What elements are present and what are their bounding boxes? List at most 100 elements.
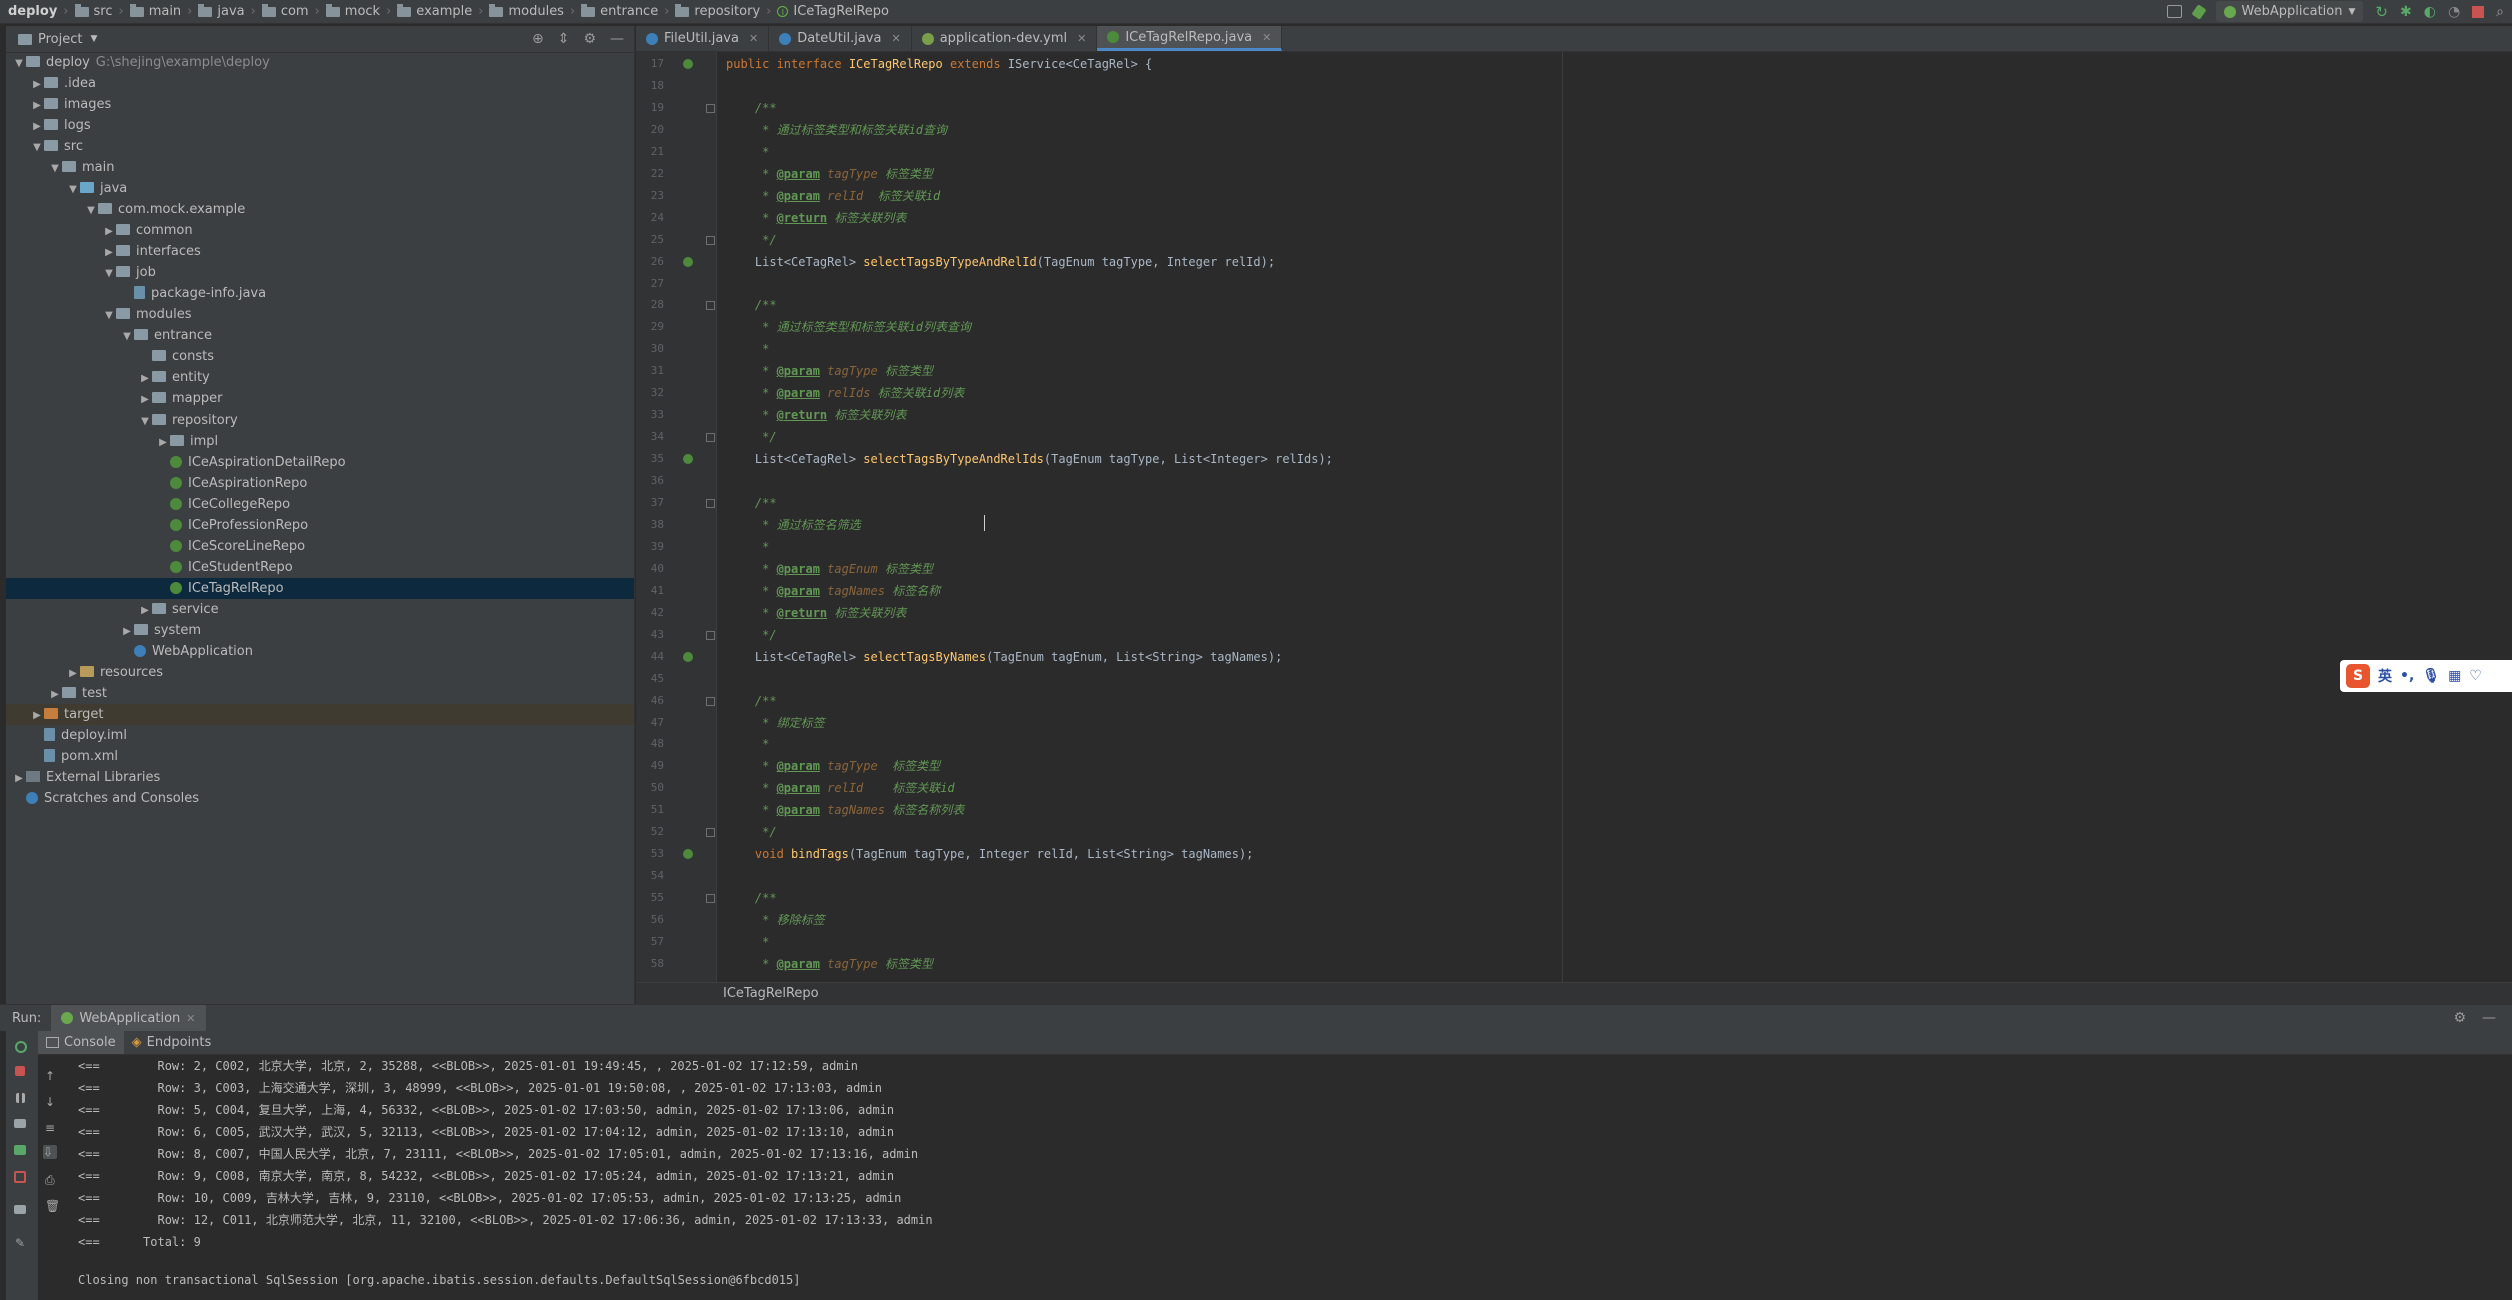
code-line[interactable]: void bindTags(TagEnum tagType, Integer r… — [726, 843, 1254, 865]
sogou-logo-icon[interactable]: S — [2346, 664, 2370, 688]
chevron-right-icon[interactable]: ▶ — [102, 242, 116, 263]
tree-item[interactable]: deploy.iml — [6, 725, 634, 746]
code-line[interactable]: * 绑定标签 — [726, 712, 824, 734]
hide-icon[interactable]: — — [610, 31, 624, 47]
debug-icon[interactable]: ✱ — [2400, 4, 2412, 20]
tree-item[interactable]: ▶ logs — [6, 115, 634, 136]
code-line[interactable]: * @param relIds 标签关联id列表 — [726, 382, 964, 404]
code-line[interactable]: * @param relId 标签关联id — [726, 777, 955, 799]
gear-icon[interactable]: ⚙ — [2453, 1010, 2466, 1026]
code-line[interactable]: /** — [726, 887, 777, 909]
code-line[interactable]: /** — [726, 294, 777, 316]
tree-item[interactable]: ICeStudentRepo — [6, 557, 634, 578]
code-line[interactable]: * @return 标签关联列表 — [726, 404, 906, 426]
fold-marker-icon[interactable] — [706, 828, 715, 838]
tree-item[interactable]: ▶ test — [6, 683, 634, 704]
tree-item[interactable]: ICeAspirationDetailRepo — [6, 452, 634, 473]
implementation-marker-icon[interactable] — [683, 651, 693, 662]
tree-item[interactable]: ▶ mapper — [6, 388, 634, 409]
code-line[interactable]: /** — [726, 492, 777, 514]
tree-item[interactable]: ▼ deploy G:\shejing\example\deploy — [6, 52, 634, 73]
chevron-right-icon[interactable]: ▶ — [30, 705, 44, 726]
console-line[interactable]: <== Row: 9, C008, 南京大学, 南京, 8, 54232, <<… — [78, 1165, 894, 1187]
tree-item[interactable]: ▶ interfaces — [6, 241, 634, 262]
chevron-right-icon[interactable]: ▶ — [120, 621, 134, 642]
tree-item[interactable]: ICeTagRelRepo — [6, 577, 634, 599]
chevron-down-icon[interactable]: ▼ — [102, 263, 116, 284]
breadcrumb-item[interactable]: I ICeTagRelRepo — [774, 0, 892, 23]
tree-item[interactable]: ▼ repository — [6, 410, 634, 431]
code-line[interactable]: * @param tagEnum 标签类型 — [726, 558, 933, 580]
tree-item[interactable]: ▼ modules — [6, 304, 634, 325]
chevron-right-icon[interactable]: ▶ — [12, 768, 26, 789]
console-line[interactable]: <== Total: 9 — [78, 1231, 201, 1253]
code-line[interactable]: * — [726, 931, 769, 953]
code-line[interactable]: * @param tagType 标签类型 — [726, 163, 933, 185]
collapse-all-icon[interactable]: ⇕ — [558, 31, 570, 47]
tree-item[interactable]: ▼ entrance — [6, 325, 634, 346]
chevron-right-icon[interactable]: ▶ — [30, 74, 44, 95]
chevron-down-icon[interactable]: ▼ — [48, 158, 62, 179]
fold-marker-icon[interactable] — [706, 433, 715, 443]
layout-icon[interactable] — [14, 1205, 26, 1214]
tree-item[interactable]: ▼ main — [6, 157, 634, 178]
chevron-down-icon[interactable]: ▼ — [84, 200, 98, 221]
rerun-icon[interactable] — [15, 1041, 27, 1053]
code-line[interactable]: */ — [726, 229, 776, 251]
stop-icon[interactable] — [15, 1066, 25, 1076]
console-line[interactable]: <== Row: 3, C003, 上海交通大学, 深圳, 3, 48999, … — [78, 1077, 882, 1099]
project-panel-title[interactable]: Project — [38, 32, 82, 47]
code-line[interactable]: * 通过标签类型和标签关联id列表查询 — [726, 316, 971, 338]
tree-item[interactable]: ▼ src — [6, 136, 634, 157]
console-line[interactable]: <== Row: 8, C007, 中国人民大学, 北京, 7, 23111, … — [78, 1143, 918, 1165]
code-line[interactable]: * — [726, 338, 769, 360]
close-icon[interactable]: ✕ — [891, 32, 900, 45]
console-line[interactable]: <== Row: 6, C005, 武汉大学, 武汉, 5, 32113, <<… — [78, 1121, 894, 1143]
fold-marker-icon[interactable] — [706, 696, 715, 706]
run-tab-webapplication[interactable]: WebApplication ✕ — [51, 1005, 206, 1031]
console-line[interactable]: <== Row: 10, C009, 吉林大学, 吉林, 9, 23110, <… — [78, 1187, 901, 1209]
chevron-down-icon[interactable]: ▼ — [90, 34, 97, 44]
close-icon[interactable]: ✕ — [1077, 32, 1086, 45]
chevron-down-icon[interactable]: ▼ — [138, 411, 152, 432]
breadcrumb-item[interactable]: entrance — [578, 0, 661, 23]
breadcrumb-item[interactable]: com — [259, 0, 312, 23]
code-line[interactable]: * 通过标签类型和标签关联id查询 — [726, 119, 947, 141]
breadcrumb-item[interactable]: repository — [672, 0, 763, 23]
fold-marker-icon[interactable] — [706, 499, 715, 508]
punctuation-icon[interactable]: •, — [2400, 668, 2414, 684]
tree-item[interactable]: ICeAspirationRepo — [6, 473, 634, 494]
chevron-right-icon[interactable]: ▶ — [156, 432, 170, 453]
editor-breadcrumb-label[interactable]: ICeTagRelRepo — [723, 986, 819, 1001]
breadcrumb-item[interactable]: main — [127, 0, 184, 23]
close-icon[interactable]: ✕ — [186, 1012, 195, 1025]
chevron-right-icon[interactable]: ▶ — [48, 684, 62, 705]
chevron-right-icon[interactable]: ▶ — [138, 389, 152, 410]
chevron-down-icon[interactable]: ▼ — [66, 179, 80, 200]
scroll-to-end-icon[interactable]: ⇩ — [43, 1145, 57, 1159]
soft-wrap-icon[interactable]: ≡ — [45, 1121, 59, 1135]
search-icon[interactable]: ⌕ — [2496, 4, 2504, 20]
tree-item[interactable]: consts — [6, 346, 634, 367]
tree-item[interactable]: ▼ job — [6, 262, 634, 283]
editor-tab[interactable]: FileUtil.java ✕ — [636, 26, 770, 51]
code-line[interactable]: * — [726, 733, 769, 755]
fold-marker-icon[interactable] — [706, 894, 715, 904]
chevron-right-icon[interactable]: ▶ — [30, 95, 44, 116]
code-line[interactable]: */ — [726, 821, 776, 843]
console-line[interactable]: <== Row: 12, C011, 北京师范大学, 北京, 11, 32100… — [78, 1209, 933, 1231]
fold-marker-icon[interactable] — [706, 103, 715, 113]
tree-item[interactable]: ▼ com.mock.example — [6, 199, 634, 220]
code-line[interactable]: * @param tagNames 标签名称 — [726, 580, 940, 602]
tree-item[interactable]: ICeCollegeRepo — [6, 494, 634, 515]
tree-item[interactable]: pom.xml — [6, 746, 634, 767]
code-line[interactable]: * — [726, 141, 769, 163]
console-output[interactable]: <== Row: 2, C002, 北京大学, 北京, 2, 35288, <<… — [66, 1055, 2512, 1300]
breadcrumb-item[interactable]: java — [195, 0, 247, 23]
code-line[interactable]: * @return 标签关联列表 — [726, 602, 906, 624]
tree-item[interactable]: ▶ resources — [6, 662, 634, 683]
code-line[interactable]: /** — [726, 97, 777, 119]
chevron-down-icon[interactable]: ▼ — [12, 53, 26, 74]
pause-icon[interactable] — [16, 1093, 25, 1103]
breadcrumb-item[interactable]: src — [72, 0, 116, 23]
